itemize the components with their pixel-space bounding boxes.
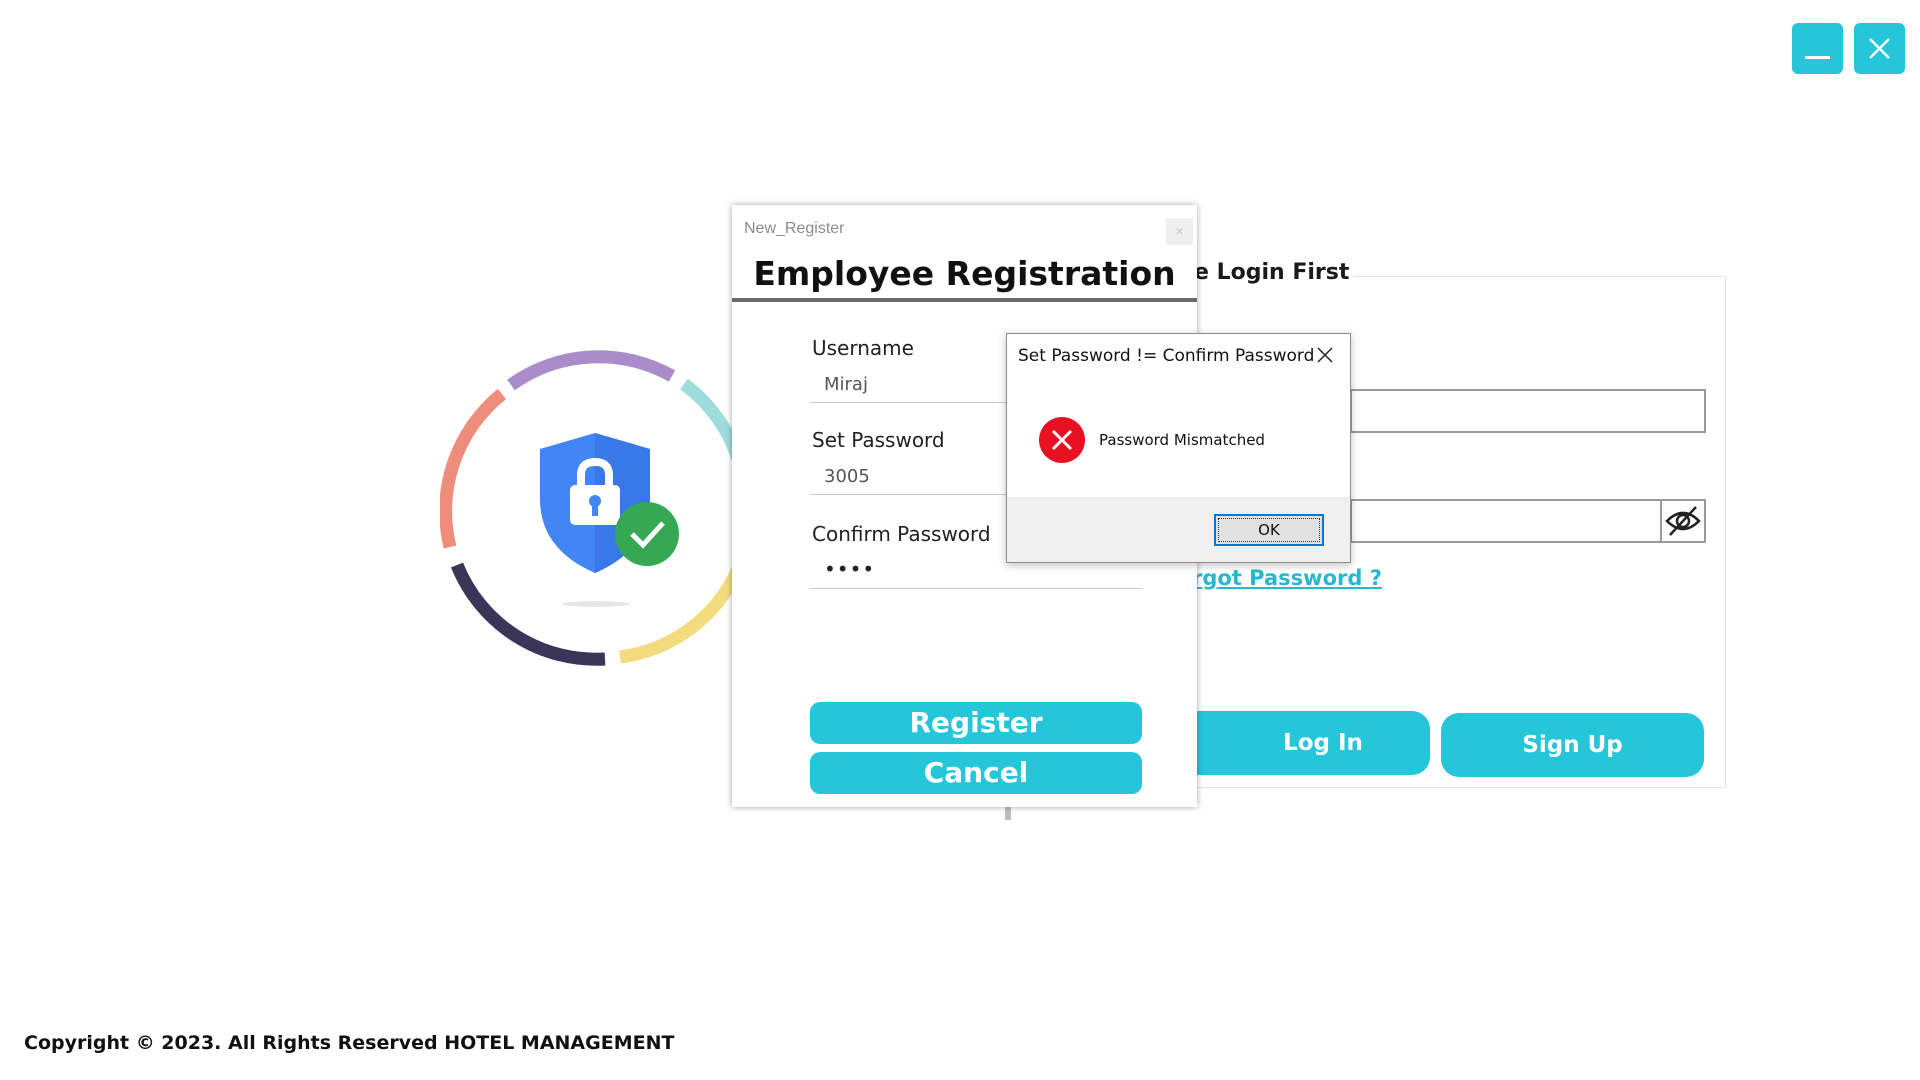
window-title: New_Register — [744, 220, 845, 237]
dialog-message: Password Mismatched — [1099, 431, 1265, 449]
signup-button[interactable]: Sign Up — [1441, 713, 1704, 777]
heading-underline — [732, 298, 1197, 302]
register-button[interactable]: Register — [810, 702, 1142, 744]
eye-slash-icon — [1665, 506, 1701, 536]
username-input[interactable]: Miraj — [824, 374, 868, 395]
security-logo — [439, 349, 752, 669]
ok-button[interactable]: OK — [1214, 514, 1324, 546]
login-username-input[interactable] — [1350, 389, 1706, 433]
login-button[interactable]: Log In — [1180, 711, 1430, 775]
page-title: Employee Registration — [753, 254, 1176, 293]
confirm-password-input[interactable]: •••• — [824, 557, 875, 581]
forgot-password-link[interactable]: rgot Password ? — [1192, 566, 1382, 590]
close-icon — [1869, 38, 1890, 59]
toggle-password-button[interactable] — [1660, 499, 1706, 543]
confirm-password-underline — [810, 588, 1142, 589]
set-password-label: Set Password — [812, 428, 945, 452]
dialog-close-button[interactable] — [1312, 342, 1338, 368]
dialog-title: Set Password != Confirm Password — [1018, 346, 1315, 366]
check-badge-icon — [615, 502, 679, 566]
cancel-button[interactable]: Cancel — [810, 752, 1142, 794]
divider — [1005, 806, 1011, 820]
close-button[interactable] — [1854, 23, 1905, 74]
minimize-icon — [1805, 56, 1830, 59]
error-icon — [1038, 416, 1086, 464]
username-label: Username — [812, 336, 914, 360]
login-password-input[interactable] — [1350, 499, 1662, 543]
minimize-button[interactable] — [1792, 23, 1843, 74]
registration-close-button[interactable]: × — [1166, 218, 1193, 245]
set-password-input[interactable]: 3005 — [824, 466, 870, 487]
focus-outline — [1218, 518, 1320, 542]
close-icon — [1317, 347, 1333, 363]
login-title: e Login First — [1190, 260, 1354, 285]
confirm-password-label: Confirm Password — [812, 522, 991, 546]
copyright-text: Copyright © 2023. All Rights Reserved HO… — [24, 1032, 675, 1054]
